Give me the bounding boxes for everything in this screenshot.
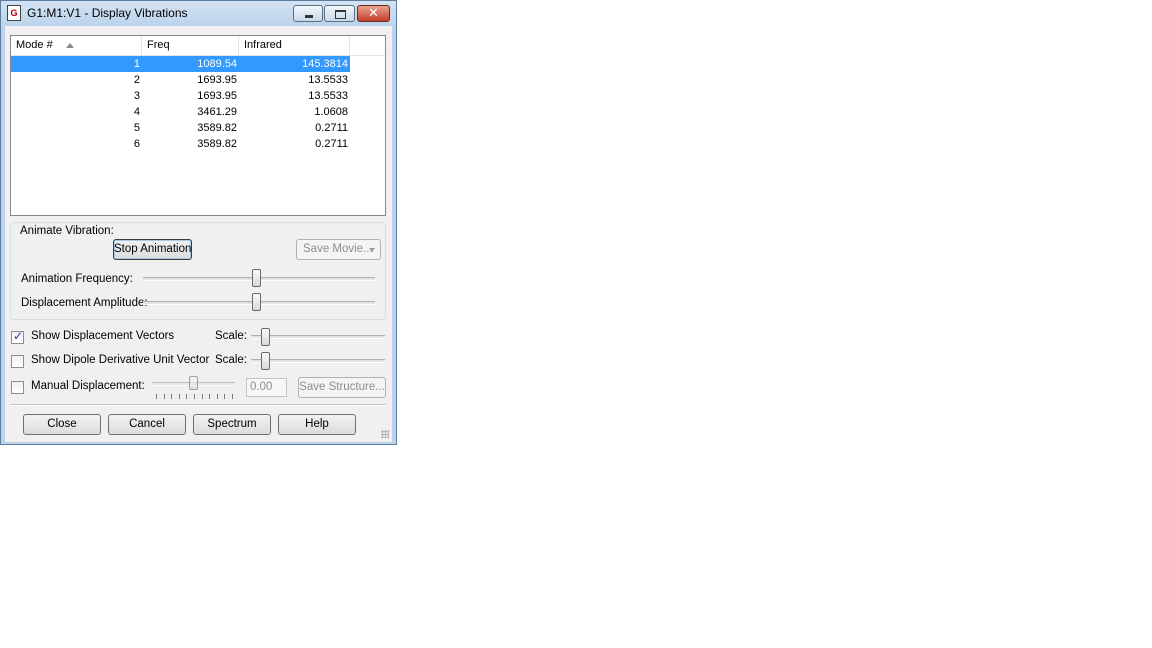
slider-tick — [194, 394, 195, 399]
column-header-freq[interactable]: Freq — [142, 36, 239, 55]
mode-cell: 4 — [133, 106, 140, 118]
animate-vibration-label: Animate Vibration: — [20, 225, 114, 237]
manual-displacement-input[interactable]: 0.00 — [246, 378, 287, 397]
slider-tick — [216, 394, 218, 399]
vibration-modes-list[interactable]: Mode # Freq Infrared 1 1089.54 145.3814 2 16… — [10, 35, 386, 216]
slider-tick — [163, 394, 165, 399]
slider-tick — [171, 394, 173, 399]
slider-tick — [224, 394, 226, 399]
infrared-cell: 13.5533 — [308, 74, 348, 86]
close-button[interactable]: Close — [23, 414, 101, 435]
freq-cell: 3589.82 — [197, 122, 237, 134]
show-dipole-vector-checkbox[interactable] — [11, 355, 24, 368]
manual-displacement-slider[interactable] — [189, 376, 198, 390]
slider-tick — [232, 394, 233, 399]
animation-frequency-label: Animation Frequency: — [21, 273, 133, 285]
table-row[interactable]: 3 1693.95 13.5533 — [11, 88, 350, 104]
freq-cell: 1693.95 — [197, 74, 237, 86]
close-icon: ✕ — [368, 5, 379, 20]
cancel-button[interactable]: Cancel — [108, 414, 186, 435]
table-row[interactable]: 4 3461.29 1.0608 — [11, 104, 350, 120]
vectors-scale-track[interactable] — [251, 335, 385, 339]
mode-cell: 3 — [133, 90, 140, 102]
list-header: Mode # Freq Infrared — [11, 36, 385, 56]
show-displacement-vectors-label: Show Displacement Vectors — [31, 330, 175, 342]
infrared-cell: 145.3814 — [302, 58, 348, 70]
freq-cell: 3461.29 — [197, 106, 237, 118]
chevron-down-icon — [369, 248, 375, 252]
dipole-scale-label: Scale: — [215, 354, 247, 366]
divider — [10, 404, 386, 406]
slider-tick — [201, 394, 203, 399]
spectrum-button[interactable]: Spectrum — [193, 414, 271, 435]
infrared-cell: 13.5533 — [308, 90, 348, 102]
mode-cell: 2 — [133, 74, 140, 86]
show-displacement-vectors-checkbox[interactable] — [11, 329, 24, 344]
vectors-scale-slider[interactable] — [261, 328, 270, 346]
infrared-cell: 0.2711 — [315, 122, 348, 134]
mode-cell: 1 — [133, 58, 140, 70]
infrared-cell: 1.0608 — [314, 106, 348, 118]
table-row[interactable]: 5 3589.82 0.2711 — [11, 120, 350, 136]
show-dipole-vector-label: Show Dipole Derivative Unit Vector — [31, 354, 210, 366]
freq-cell: 1693.95 — [197, 90, 237, 102]
displacement-amplitude-label: Displacement Amplitude: — [21, 297, 148, 309]
displacement-amplitude-slider[interactable] — [252, 293, 262, 311]
mode-cell: 6 — [133, 138, 140, 150]
animate-vibration-group: Animate Vibration: Stop Animation Save M… — [10, 222, 386, 320]
slider-tick — [178, 394, 180, 399]
help-button[interactable]: Help — [278, 414, 356, 435]
manual-displacement-label: Manual Displacement: — [31, 380, 145, 392]
save-structure-button[interactable]: Save Structure... — [298, 377, 386, 398]
table-row[interactable]: 1 1089.54 145.3814 — [11, 56, 350, 72]
slider-tick — [186, 394, 188, 399]
animation-frequency-slider[interactable] — [252, 269, 262, 287]
slider-tick — [156, 394, 157, 399]
sort-ascending-icon — [66, 43, 74, 48]
vectors-scale-label: Scale: — [215, 330, 247, 342]
maximize-button[interactable] — [324, 5, 355, 22]
table-row[interactable]: 6 3589.82 0.2711 — [11, 136, 350, 152]
mode-cell: 5 — [133, 122, 140, 134]
dipole-scale-slider[interactable] — [261, 352, 270, 370]
save-movie-dropdown[interactable]: Save Movie... — [296, 239, 381, 260]
title-bar[interactable]: G G1:M1:V1 - Display Vibrations ✕ — [1, 1, 396, 25]
freq-cell: 3589.82 — [197, 138, 237, 150]
close-window-button[interactable]: ✕ — [357, 5, 390, 22]
dipole-scale-track[interactable] — [251, 359, 385, 363]
freq-cell: 1089.54 — [197, 58, 237, 70]
stop-animation-button[interactable]: Stop Animation — [113, 239, 192, 260]
minimize-button[interactable] — [293, 5, 323, 22]
dialog-client: Mode # Freq Infrared 1 1089.54 145.3814 2 16… — [5, 26, 392, 442]
display-vibrations-window: G G1:M1:V1 - Display Vibrations ✕ Mode #… — [0, 0, 397, 445]
window-title: G1:M1:V1 - Display Vibrations — [27, 6, 188, 20]
slider-tick — [209, 394, 211, 399]
infrared-cell: 0.2711 — [315, 138, 348, 150]
manual-displacement-checkbox[interactable] — [11, 381, 24, 394]
column-header-infrared[interactable]: Infrared — [239, 36, 350, 55]
resize-grip-icon[interactable] — [381, 430, 389, 438]
document-icon: G — [7, 5, 21, 21]
column-header-mode[interactable]: Mode # — [11, 36, 142, 55]
manual-displacement-ticks — [156, 394, 233, 399]
table-row[interactable]: 2 1693.95 13.5533 — [11, 72, 350, 88]
